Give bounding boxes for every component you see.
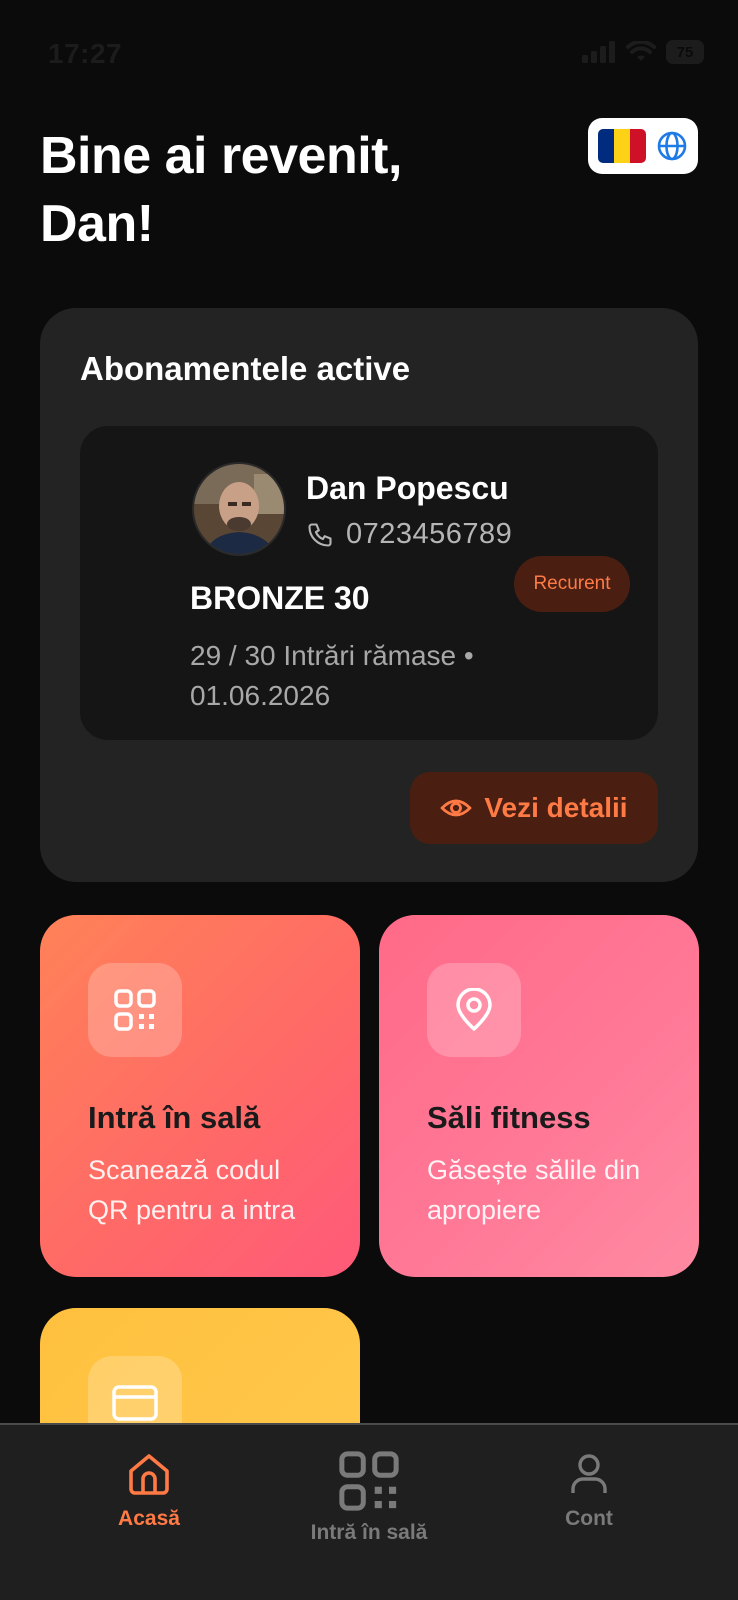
nav-enter-gym[interactable]: Intră în sală — [269, 1451, 469, 1545]
member-phone: 0723456789 — [346, 518, 513, 550]
qr-code-icon — [339, 1451, 399, 1511]
subscription-item[interactable]: Dan Popescu 0723456789 BRONZE 30 29 / 30… — [80, 426, 658, 740]
status-time: 17:27 — [48, 38, 123, 69]
phone-row: 0723456789 — [306, 518, 512, 551]
romania-flag-icon — [598, 129, 646, 163]
subscriptions-title: Abonamentele active — [80, 350, 411, 387]
qr-code-icon — [88, 963, 182, 1057]
globe-icon — [657, 131, 687, 161]
gyms-description: Găsește sălile din apropiere — [427, 1155, 641, 1225]
nav-account-label: Cont — [565, 1507, 613, 1530]
enter-gym-description: Scanează codul QR pentru a intra — [88, 1155, 296, 1225]
bottom-navigation: Acasă Intră în sală Cont — [0, 1423, 738, 1600]
plan-name: BRONZE 30 — [190, 580, 370, 616]
nav-home-label: Acasă — [118, 1507, 180, 1530]
wifi-icon — [626, 41, 656, 61]
status-bar: 17:27 75 — [0, 0, 738, 100]
plan-info: 29 / 30 Intrări rămase • 01.06.2026 — [190, 640, 474, 711]
phone-icon — [308, 522, 332, 547]
view-details-label: Vezi detalii — [484, 792, 628, 823]
status-icons: 75 — [582, 40, 704, 64]
active-subscriptions-card: Abonamentele active Dan Popescu 07234567… — [40, 308, 698, 882]
gyms-title: Săli fitness — [427, 1100, 591, 1135]
signal-icon — [582, 41, 615, 63]
gyms-tile[interactable]: Săli fitness Găsește sălile din apropier… — [379, 915, 699, 1277]
map-pin-icon — [427, 963, 521, 1057]
eye-icon — [441, 799, 472, 817]
home-icon — [129, 1454, 169, 1495]
nav-home[interactable]: Acasă — [49, 1451, 249, 1531]
nav-enter-gym-label: Intră în sală — [310, 1521, 428, 1544]
enter-gym-tile[interactable]: Intră în sală Scanează codul QR pentru a… — [40, 915, 360, 1277]
member-name: Dan Popescu — [306, 470, 509, 506]
user-icon — [571, 1454, 607, 1493]
view-details-button[interactable]: Vezi detalii — [410, 772, 658, 844]
nav-account[interactable]: Cont — [489, 1451, 689, 1531]
language-button[interactable] — [588, 118, 698, 174]
greeting-title: Bine ai revenit, Dan! — [40, 127, 402, 253]
status-badge: Recurent — [514, 556, 630, 612]
battery-indicator: 75 — [666, 40, 704, 64]
avatar — [192, 462, 286, 556]
enter-gym-title: Intră în sală — [88, 1100, 261, 1135]
